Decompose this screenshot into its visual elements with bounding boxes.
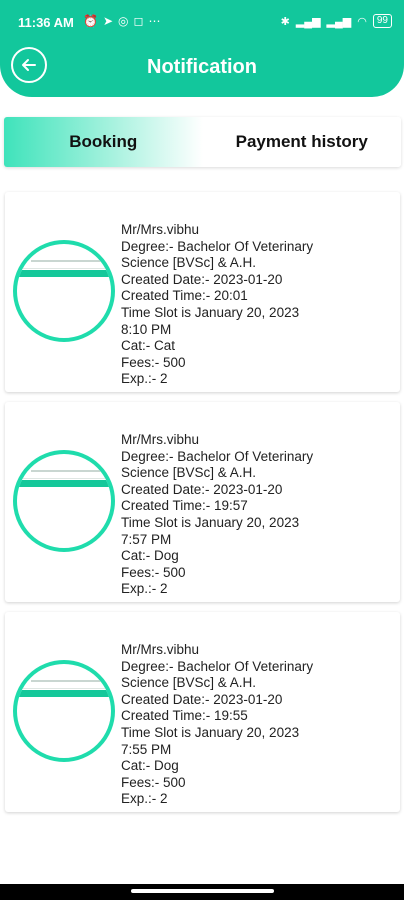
whatsapp-icon: ◎ xyxy=(118,14,129,28)
status-notification-icons: ⏰ ➤ ◎ ◻ ⋯ xyxy=(83,14,160,28)
avatar-detail xyxy=(17,480,111,487)
doctor-avatar xyxy=(13,450,115,552)
avatar-detail xyxy=(17,688,111,689)
status-system-icons: ✱ ▂▄▆ ▂▄▆ ◠ 99 xyxy=(281,14,392,28)
degree-line1: Degree:- Bachelor Of Veterinary xyxy=(121,238,314,254)
tab-bar: Booking Payment history xyxy=(4,117,401,167)
instagram-icon: ◻ xyxy=(133,14,144,28)
fees: Fees:- 500 xyxy=(121,774,186,790)
time-slot-line2: 7:57 PM xyxy=(121,531,172,547)
booking-card[interactable]: Mr/Mrs.vibhu Degree:- Bachelor Of Veteri… xyxy=(5,612,400,812)
app-header: 11:36 AM ⏰ ➤ ◎ ◻ ⋯ ✱ ▂▄▆ ▂▄▆ ◠ 99 Notifi… xyxy=(0,0,404,97)
booking-info: Mr/Mrs.vibhu Degree:- Bachelor Of Veteri… xyxy=(121,222,313,388)
avatar-detail xyxy=(17,270,111,277)
pet-category: Cat:- Dog xyxy=(121,548,179,564)
more-icon: ⋯ xyxy=(148,14,161,28)
home-gesture-handle[interactable] xyxy=(131,889,274,893)
experience: Exp.:- 2 xyxy=(121,791,168,807)
alarm-icon: ⏰ xyxy=(83,14,98,28)
doctor-avatar xyxy=(13,660,115,762)
wifi-icon: ◠ xyxy=(357,15,367,28)
avatar-detail xyxy=(17,690,111,697)
fees: Fees:- 500 xyxy=(121,354,186,370)
doctor-name: Mr/Mrs.vibhu xyxy=(121,642,200,657)
booking-info: Mr/Mrs.vibhu Degree:- Bachelor Of Veteri… xyxy=(121,432,313,598)
pet-category: Cat:- Dog xyxy=(121,758,179,774)
avatar-detail xyxy=(17,268,111,269)
signal-icon-2: ▂▄▆ xyxy=(326,15,352,28)
created-time: Created Time:- 19:57 xyxy=(121,498,248,514)
fees: Fees:- 500 xyxy=(121,564,186,580)
doctor-avatar xyxy=(13,240,115,342)
time-slot-line1: Time Slot is January 20, 2023 xyxy=(121,724,300,740)
time-slot-line2: 8:10 PM xyxy=(121,321,172,337)
created-date: Created Date:- 2023-01-20 xyxy=(121,691,283,707)
experience: Exp.:- 2 xyxy=(121,371,168,387)
booking-card[interactable]: Mr/Mrs.vibhu Degree:- Bachelor Of Veteri… xyxy=(5,192,400,392)
created-date: Created Date:- 2023-01-20 xyxy=(121,481,283,497)
degree-line2: Science [BVSc] & A.H. xyxy=(121,465,257,481)
avatar-detail xyxy=(31,470,101,472)
pet-category: Cat:- Cat xyxy=(121,338,176,354)
avatar-detail xyxy=(31,260,101,262)
tab-payment-history[interactable]: Payment history xyxy=(202,117,401,167)
time-slot-line1: Time Slot is January 20, 2023 xyxy=(121,514,300,530)
degree-line2: Science [BVSc] & A.H. xyxy=(121,675,257,691)
avatar-detail xyxy=(17,478,111,479)
time-slot-line1: Time Slot is January 20, 2023 xyxy=(121,304,300,320)
signal-icon: ▂▄▆ xyxy=(295,15,321,28)
time-slot-line2: 7:55 PM xyxy=(121,741,172,757)
doctor-name: Mr/Mrs.vibhu xyxy=(121,222,200,237)
experience: Exp.:- 2 xyxy=(121,581,168,597)
created-date: Created Date:- 2023-01-20 xyxy=(121,271,283,287)
status-time: 11:36 AM xyxy=(18,15,74,30)
booking-card[interactable]: Mr/Mrs.vibhu Degree:- Bachelor Of Veteri… xyxy=(5,402,400,602)
created-time: Created Time:- 19:55 xyxy=(121,708,248,724)
booking-list: Mr/Mrs.vibhu Degree:- Bachelor Of Veteri… xyxy=(5,192,400,822)
degree-line2: Science [BVSc] & A.H. xyxy=(121,255,257,271)
status-bar: 11:36 AM ⏰ ➤ ◎ ◻ ⋯ ✱ ▂▄▆ ▂▄▆ ◠ 99 xyxy=(0,0,404,44)
degree-line1: Degree:- Bachelor Of Veterinary xyxy=(121,448,314,464)
telegram-icon: ➤ xyxy=(102,14,114,28)
degree-line1: Degree:- Bachelor Of Veterinary xyxy=(121,658,314,674)
bluetooth-icon: ✱ xyxy=(280,15,290,28)
tab-booking[interactable]: Booking xyxy=(4,117,203,167)
created-time: Created Time:- 20:01 xyxy=(121,288,248,304)
doctor-name: Mr/Mrs.vibhu xyxy=(121,432,200,447)
page-title: Notification xyxy=(147,56,257,78)
avatar-detail xyxy=(31,680,101,682)
battery-icon: 99 xyxy=(372,14,392,28)
booking-info: Mr/Mrs.vibhu Degree:- Bachelor Of Veteri… xyxy=(121,642,313,808)
